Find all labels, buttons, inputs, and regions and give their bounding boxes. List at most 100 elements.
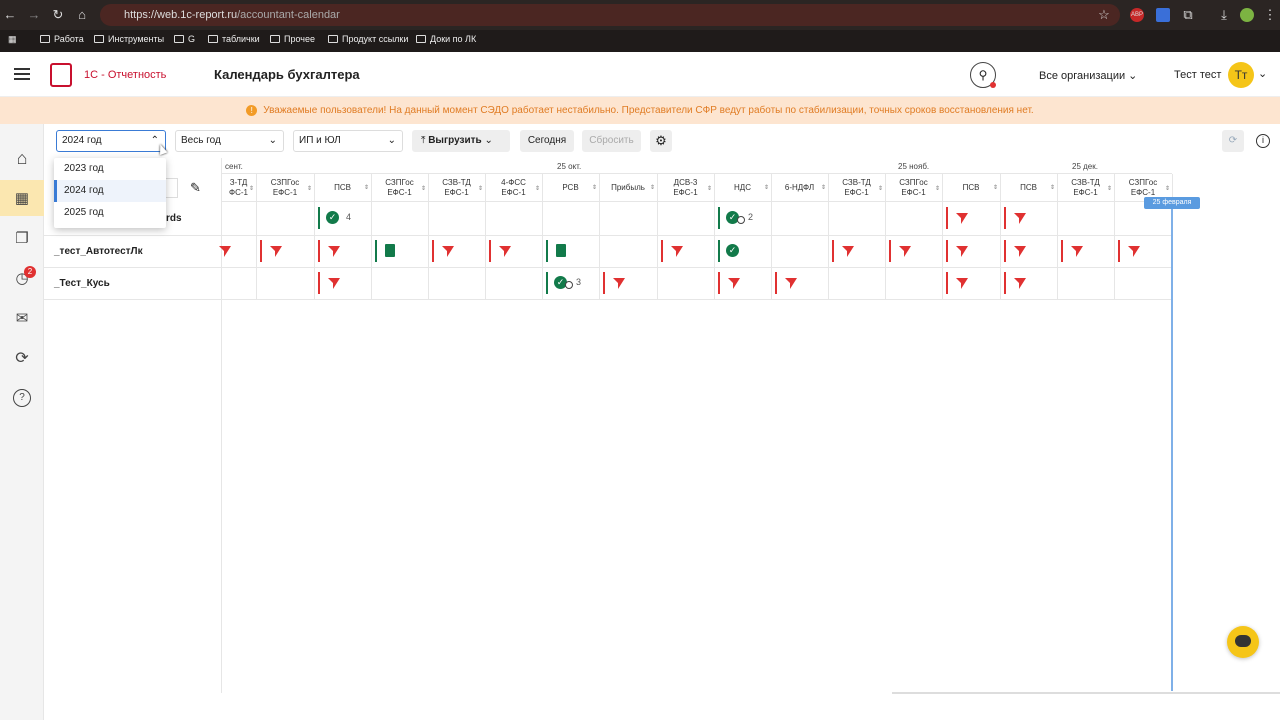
- column-header[interactable]: СЗПГос ЕФС-1 ⇕: [371, 178, 428, 198]
- back-icon[interactable]: ←: [2, 7, 18, 23]
- status-cell[interactable]: [314, 235, 371, 267]
- column-header[interactable]: СЗПГос ЕФС-1 ⇕: [256, 178, 314, 198]
- status-cell[interactable]: [371, 235, 428, 267]
- horizontal-scrollbar[interactable]: [892, 692, 1280, 694]
- status-cell[interactable]: [1114, 235, 1172, 267]
- settings-gear-icon[interactable]: ⚙: [650, 130, 672, 152]
- bookmark-item[interactable]: Работа: [40, 34, 84, 44]
- status-cell[interactable]: [714, 267, 771, 299]
- home-icon[interactable]: ⌂: [74, 7, 90, 23]
- bookmark-star-icon[interactable]: ☆: [1096, 7, 1112, 23]
- sidebar-item-sync[interactable]: ⟳: [0, 340, 44, 376]
- sort-icon[interactable]: ⇕: [707, 184, 712, 194]
- forward-icon[interactable]: →: [26, 7, 42, 23]
- menu-dots-icon[interactable]: ⋮: [1262, 7, 1278, 23]
- sort-icon[interactable]: ⇕: [1165, 184, 1170, 194]
- sort-icon[interactable]: ⇕: [1050, 183, 1055, 193]
- status-cell[interactable]: [1057, 235, 1114, 267]
- year-option[interactable]: 2023 год: [54, 158, 166, 180]
- support-key-icon[interactable]: ⚲: [970, 62, 996, 88]
- translate-icon[interactable]: [1156, 8, 1170, 22]
- adblock-icon[interactable]: ABP: [1130, 8, 1144, 22]
- status-cell[interactable]: [942, 267, 1000, 299]
- status-cell[interactable]: [828, 235, 885, 267]
- sort-icon[interactable]: ⇕: [993, 183, 998, 193]
- column-header[interactable]: СЗВ-ТД ЕФС-1 ⇕: [428, 178, 485, 198]
- sort-icon[interactable]: ⇕: [764, 183, 769, 193]
- reload-icon[interactable]: ↻: [50, 7, 66, 23]
- hamburger-menu-icon[interactable]: [14, 68, 30, 80]
- status-cell[interactable]: ✓ 4: [314, 202, 371, 234]
- sort-icon[interactable]: ⇕: [421, 184, 426, 194]
- status-cell[interactable]: [314, 267, 371, 299]
- column-header[interactable]: СЗПГос ЕФС-1 ⇕: [885, 178, 942, 198]
- sort-icon[interactable]: ⇕: [821, 183, 826, 193]
- status-cell[interactable]: [485, 235, 542, 267]
- bookmark-item[interactable]: Прочее: [270, 34, 315, 44]
- bookmark-item[interactable]: G: [174, 34, 195, 44]
- year-option[interactable]: 2025 год: [54, 202, 166, 224]
- sidebar-item-reports[interactable]: ❐: [0, 220, 44, 256]
- column-header[interactable]: 4-ФСС ЕФС-1 ⇕: [485, 178, 542, 198]
- column-header[interactable]: ПСВ ⇕: [1000, 183, 1057, 193]
- profile-icon[interactable]: [1240, 8, 1254, 22]
- status-cell[interactable]: [885, 235, 942, 267]
- org-type-select[interactable]: ИП и ЮЛ ⌄: [293, 130, 403, 152]
- status-cell[interactable]: [1000, 267, 1057, 299]
- chat-button[interactable]: [1227, 626, 1259, 658]
- column-header[interactable]: ПСВ ⇕: [942, 183, 1000, 193]
- download-icon[interactable]: ⤓: [1216, 7, 1232, 23]
- column-header[interactable]: НДС ⇕: [714, 183, 771, 193]
- column-header[interactable]: СЗВ-ТД ЕФС-1 ⇕: [828, 178, 885, 198]
- status-cell[interactable]: [942, 202, 1000, 234]
- status-cell[interactable]: ✓ 3: [542, 267, 599, 299]
- sort-icon[interactable]: ⇕: [878, 184, 883, 194]
- year-option-selected[interactable]: 2024 год: [54, 180, 166, 202]
- bookmark-item[interactable]: таблички: [208, 34, 260, 44]
- sort-icon[interactable]: ⇕: [364, 183, 369, 193]
- apps-grid-icon[interactable]: ▦: [8, 34, 17, 45]
- org-name[interactable]: _Тест_Кусь: [54, 278, 110, 289]
- extensions-icon[interactable]: ⧉: [1180, 7, 1196, 23]
- sidebar-item-calendar[interactable]: ▦: [0, 180, 44, 216]
- sort-icon[interactable]: ⇕: [592, 183, 597, 193]
- refresh-icon[interactable]: ⟳: [1222, 130, 1244, 152]
- sidebar-item-deadlines[interactable]: ◷ 2: [0, 260, 44, 296]
- reset-button[interactable]: Сбросить: [582, 130, 641, 152]
- column-header[interactable]: РСВ ⇕: [542, 183, 599, 193]
- status-cell[interactable]: [942, 235, 1000, 267]
- status-cell[interactable]: [1000, 235, 1057, 267]
- info-icon[interactable]: i: [1256, 134, 1270, 148]
- sort-icon[interactable]: ⇕: [535, 184, 540, 194]
- org-selector[interactable]: Все организации ⌄: [1039, 69, 1137, 82]
- column-header[interactable]: ДСВ-3 ЕФС-1 ⇕: [657, 178, 714, 198]
- period-select[interactable]: Весь год ⌄: [175, 130, 284, 152]
- column-header[interactable]: СЗПГос ЕФС-1 ⇕: [1114, 178, 1172, 198]
- org-name[interactable]: rds: [166, 213, 182, 224]
- org-name[interactable]: _тест_АвтотестЛк: [54, 246, 143, 257]
- column-header[interactable]: Прибыль ⇕: [599, 183, 657, 193]
- avatar[interactable]: Тт: [1228, 62, 1254, 88]
- edit-pencil-icon[interactable]: ✎: [190, 180, 201, 196]
- sort-icon[interactable]: ⇕: [249, 184, 254, 194]
- sort-icon[interactable]: ⇕: [935, 184, 940, 194]
- bookmark-item[interactable]: Инструменты: [94, 34, 164, 44]
- status-cell[interactable]: [599, 267, 657, 299]
- status-cell[interactable]: [1000, 202, 1057, 234]
- status-cell[interactable]: [771, 267, 828, 299]
- sidebar-item-mail[interactable]: ✉: [0, 300, 44, 336]
- status-cell[interactable]: [542, 235, 599, 267]
- sidebar-item-help[interactable]: ?: [0, 380, 44, 416]
- sort-icon[interactable]: ⇕: [650, 183, 655, 193]
- export-button[interactable]: ⤒ Выгрузить ⌄: [412, 130, 510, 152]
- status-cell[interactable]: [219, 235, 256, 267]
- address-bar[interactable]: https://web.1c-report.ru/accountant-cale…: [100, 4, 1120, 26]
- user-menu-chevron-icon[interactable]: ⌄: [1258, 67, 1267, 80]
- column-header[interactable]: 6-НДФЛ ⇕: [771, 183, 828, 193]
- status-cell[interactable]: ✓ 2: [714, 202, 771, 234]
- sort-icon[interactable]: ⇕: [307, 184, 312, 194]
- status-cell[interactable]: [256, 235, 314, 267]
- column-header[interactable]: ПСВ ⇕: [314, 183, 371, 193]
- user-name[interactable]: Тест тест: [1174, 69, 1221, 81]
- bookmark-item[interactable]: Продукт ссылки: [328, 34, 408, 44]
